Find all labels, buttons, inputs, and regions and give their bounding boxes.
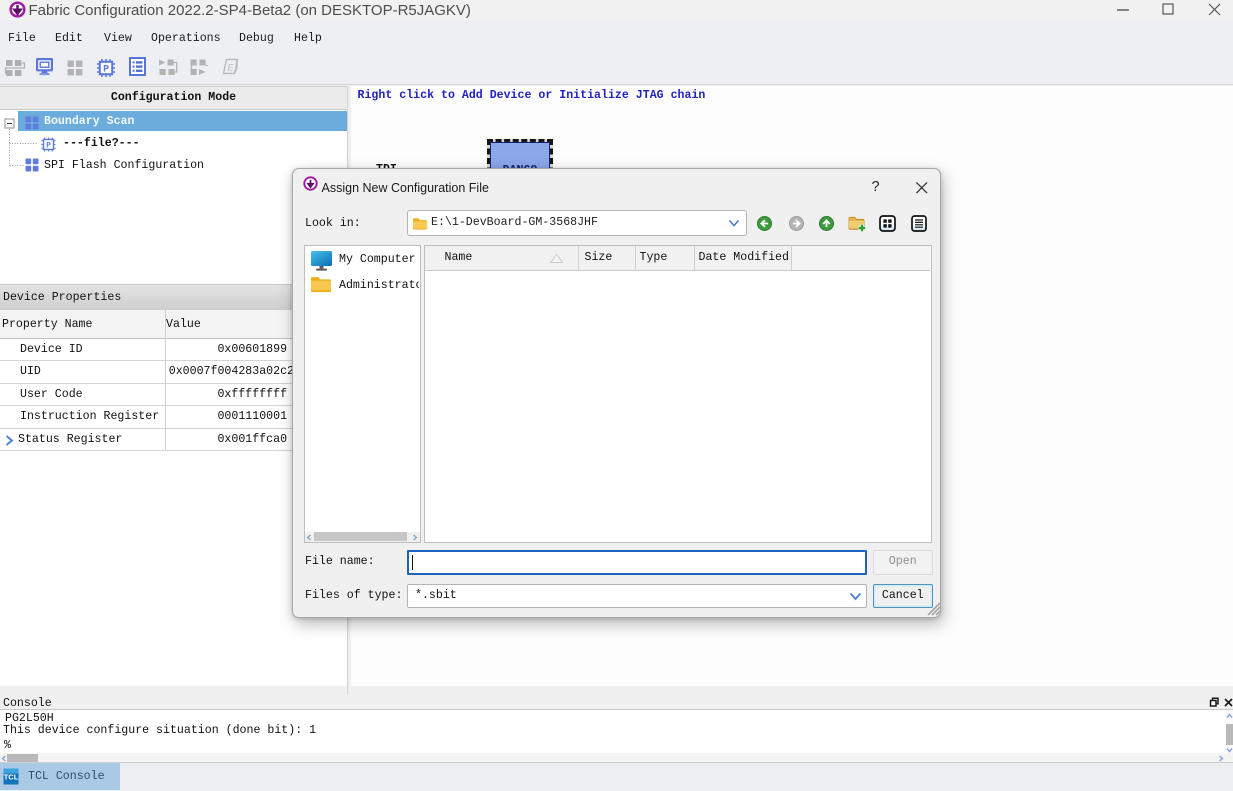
- svg-text:E: E: [227, 63, 234, 73]
- svg-text:P: P: [103, 65, 109, 76]
- svg-text:P: P: [46, 142, 51, 151]
- svg-text:TCL: TCL: [4, 773, 19, 782]
